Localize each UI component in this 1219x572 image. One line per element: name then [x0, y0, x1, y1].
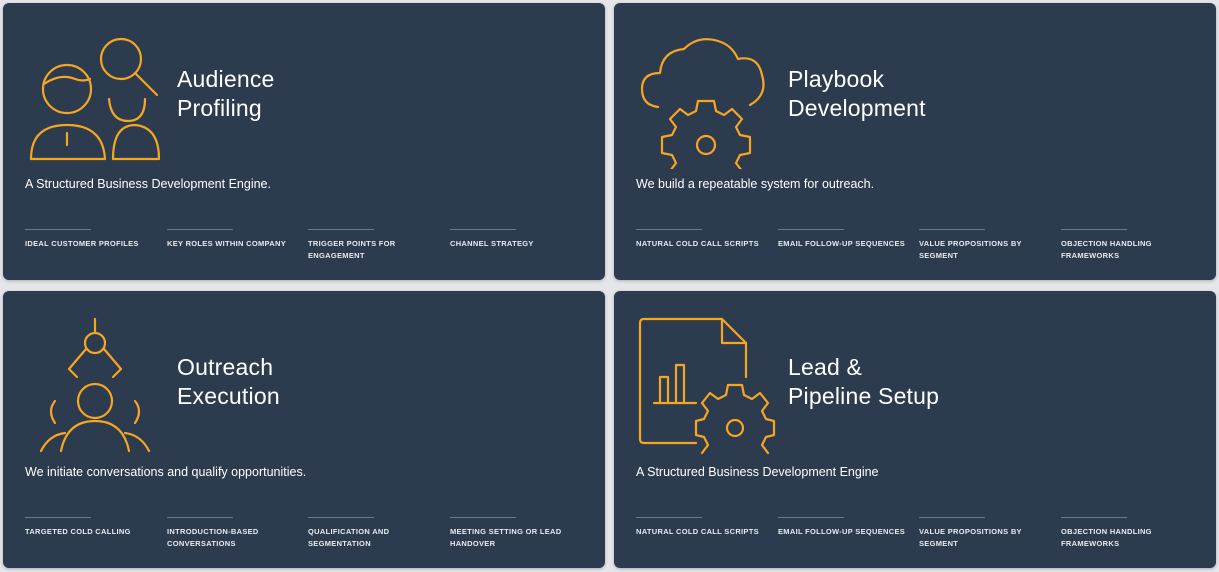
card-title: Audience Profiling: [177, 66, 275, 121]
feature-item: TARGETED COLD CALLING: [25, 517, 159, 538]
document-chart-gear-icon: [636, 317, 776, 457]
feature-item: NATURAL COLD CALL SCRIPTS: [636, 517, 770, 538]
card-description: A Structured Business Development Engine: [636, 465, 879, 479]
card-title: Playbook Development: [788, 66, 926, 121]
feature-item: EMAIL FOLLOW-UP SEQUENCES: [778, 517, 912, 538]
feature-item: INTRODUCTION-BASED CONVERSATIONS: [167, 517, 301, 550]
feature-item: CHANNEL STRATEGY: [450, 229, 584, 250]
feature-list: IDEAL CUSTOMER PROFILES KEY ROLES WITHIN…: [25, 229, 595, 269]
feature-item: QUALIFICATION AND SEGMENTATION: [308, 517, 442, 550]
feature-item: IDEAL CUSTOMER PROFILES: [25, 229, 159, 250]
feature-list: TARGETED COLD CALLING INTRODUCTION-BASED…: [25, 517, 595, 557]
card-title: Outreach Execution: [177, 354, 280, 409]
feature-item: MEETING SETTING OR LEAD HANDOVER: [450, 517, 584, 550]
cloud-gear-icon: [636, 29, 776, 169]
feature-list: NATURAL COLD CALL SCRIPTS EMAIL FOLLOW-U…: [636, 517, 1206, 557]
service-card-audience-profiling: Audience Profiling A Structured Business…: [3, 3, 605, 280]
feature-item: KEY ROLES WITHIN COMPANY: [167, 229, 301, 250]
feature-item: OBJECTION HANDLING FRAMEWORKS: [1061, 229, 1195, 262]
card-title: Lead & Pipeline Setup: [788, 354, 940, 409]
feature-item: EMAIL FOLLOW-UP SEQUENCES: [778, 229, 912, 250]
card-description: A Structured Business Development Engine…: [25, 177, 271, 191]
feature-item: OBJECTION HANDLING FRAMEWORKS: [1061, 517, 1195, 550]
service-card-outreach-execution: Outreach Execution We initiate conversat…: [3, 291, 605, 568]
card-description: We initiate conversations and qualify op…: [25, 465, 307, 479]
service-card-playbook-development: Playbook Development We build a repeatab…: [614, 3, 1216, 280]
audience-profiling-icon: [25, 29, 165, 169]
feature-item: VALUE PROPOSITIONS BY SEGMENT: [919, 517, 1053, 550]
service-card-lead-pipeline-setup: Lead & Pipeline Setup A Structured Busin…: [614, 291, 1216, 568]
feature-list: NATURAL COLD CALL SCRIPTS EMAIL FOLLOW-U…: [636, 229, 1206, 269]
feature-item: VALUE PROPOSITIONS BY SEGMENT: [919, 229, 1053, 262]
feature-item: NATURAL COLD CALL SCRIPTS: [636, 229, 770, 250]
feature-item: TRIGGER POINTS FOR ENGAGEMENT: [308, 229, 442, 262]
outreach-people-icon: [25, 317, 165, 457]
card-description: We build a repeatable system for outreac…: [636, 177, 875, 191]
